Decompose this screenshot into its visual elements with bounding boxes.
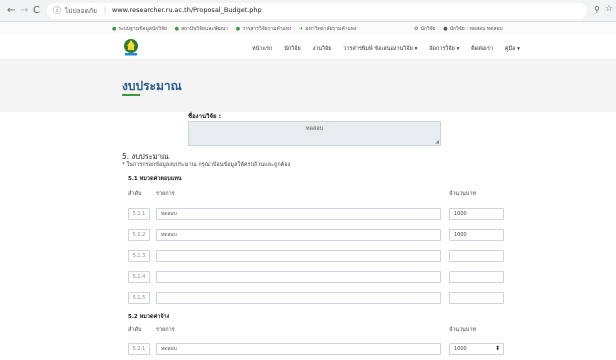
back-arrow-icon[interactable]: ← <box>7 4 15 18</box>
project-name-value: ทดสอบ <box>305 126 324 132</box>
row-code-field[interactable]: 5.1.3 <box>128 250 150 262</box>
info-icon[interactable]: ⓘ <box>53 5 61 16</box>
menu-manage[interactable]: จัดการวิจัย ▾ <box>429 46 459 52</box>
row-item-input[interactable]: ทดสอบ <box>156 208 441 220</box>
user-icon: ● <box>443 26 448 32</box>
top-link-researcher-db[interactable]: ระบบฐานข้อมูลนักวิจัย <box>118 26 167 32</box>
row-amount-input[interactable]: 1000 ⬍ <box>449 343 504 355</box>
row-code-field[interactable]: 5.1.1 <box>128 208 150 220</box>
menu-researcher[interactable]: นักวิจัย <box>284 46 301 52</box>
col-item-header: รายการ <box>156 327 175 333</box>
group1-title: 5.1 หมวดค่าตอบแทน <box>128 176 182 182</box>
group2-title: 5.2 หมวดค่าจ้าง <box>128 314 170 320</box>
resize-handle-icon[interactable]: ◢ <box>435 139 439 145</box>
top-links-bar: ● ระบบฐานข้อมูลนักวิจัย ● สถาบันวิจัยและพั… <box>0 22 616 34</box>
security-label: ไม่ปลอดภัย <box>65 7 97 15</box>
row-amount-input[interactable]: 1000 <box>449 229 504 241</box>
researcher-link[interactable]: นักวิจัย <box>420 26 435 32</box>
menu-contact[interactable]: ติดต่อเรา <box>471 46 493 52</box>
page-title-band: งบประมาณ <box>0 60 616 112</box>
top-link-university[interactable]: มหาวิทยาลัยรามคำแหง <box>305 26 356 32</box>
row-item-input[interactable] <box>156 271 441 283</box>
row-amount-input[interactable] <box>449 250 504 262</box>
number-spinner-icon[interactable]: ⬍ <box>495 344 500 354</box>
row-code-field[interactable]: 5.2.1 <box>128 343 150 355</box>
bullet-icon: ● <box>112 26 117 32</box>
row-item-input[interactable]: ทดสอบ <box>156 229 441 241</box>
reload-icon[interactable]: C <box>33 4 40 18</box>
zoom-icon[interactable]: ⚲ <box>594 5 600 14</box>
col-amount-header: จำนวนบาท <box>449 327 477 333</box>
main-menu: หน้าแรก นักวิจัย งานวิจัย วารสารพิมพ์ ข้… <box>252 45 530 53</box>
project-name-textarea[interactable]: ทดสอบ ◢ <box>188 121 441 146</box>
university-logo-icon[interactable] <box>122 37 140 57</box>
bullet-icon: ● <box>235 26 241 32</box>
menu-research[interactable]: งานวิจัย <box>312 46 331 52</box>
url-text[interactable]: www.researcher.ru.ac.th/Proposal_Budget.… <box>112 6 262 14</box>
row-amount-value: 1000 <box>454 346 467 352</box>
title-underline <box>122 94 140 96</box>
bookmark-star-icon[interactable]: ☆ <box>605 4 613 14</box>
row-amount-input[interactable] <box>449 292 504 304</box>
col-order-header: ลำดับ <box>128 191 142 197</box>
section-note: * ในการกรอกข้อมูลงบประมาณ กรุณาป้อนข้อมู… <box>122 162 291 168</box>
bullet-icon: ✈ <box>299 26 304 32</box>
user-name[interactable]: นักวิจัย : ทดสอบ ทดสอบ <box>450 26 503 32</box>
top-link-institute[interactable]: สถาบันวิจัยและพัฒนา <box>181 26 228 32</box>
menu-manual[interactable]: คู่มือ ▾ <box>505 46 520 52</box>
address-separator: | <box>104 6 107 14</box>
forward-arrow-icon[interactable]: → <box>20 4 28 18</box>
gear-icon: ⚙ <box>414 26 419 32</box>
menu-proposal[interactable]: วารสารพิมพ์ ข้อเสนองานวิจัย ▾ <box>343 46 417 52</box>
bullet-icon: ● <box>174 26 179 32</box>
top-link-journal[interactable]: วารสารวิจัยรามคำแหง <box>242 26 291 32</box>
row-amount-input[interactable] <box>449 271 504 283</box>
row-item-input[interactable]: ทดสอบ <box>156 343 441 355</box>
row-item-input[interactable] <box>156 250 441 262</box>
row-code-field[interactable]: 5.1.5 <box>128 292 150 304</box>
menu-home[interactable]: หน้าแรก <box>252 46 272 52</box>
col-item-header: รายการ <box>156 191 175 197</box>
row-item-input[interactable] <box>156 292 441 304</box>
col-amount-header: จำนวนบาท <box>449 191 477 197</box>
site-header: หน้าแรก นักวิจัย งานวิจัย วารสารพิมพ์ ข้… <box>0 34 616 60</box>
col-order-header: ลำดับ <box>128 327 142 333</box>
browser-toolbar: ← → C ⓘ ไม่ปลอดภัย | www.researcher.ru.a… <box>0 0 616 22</box>
row-code-field[interactable]: 5.1.2 <box>128 229 150 241</box>
project-name-label: ชื่องานวิจัย : <box>188 113 221 120</box>
address-bar[interactable]: ⓘ ไม่ปลอดภัย | www.researcher.ru.ac.th/P… <box>47 3 587 19</box>
row-amount-input[interactable]: 1000 <box>449 208 504 220</box>
row-code-field[interactable]: 5.1.4 <box>128 271 150 283</box>
